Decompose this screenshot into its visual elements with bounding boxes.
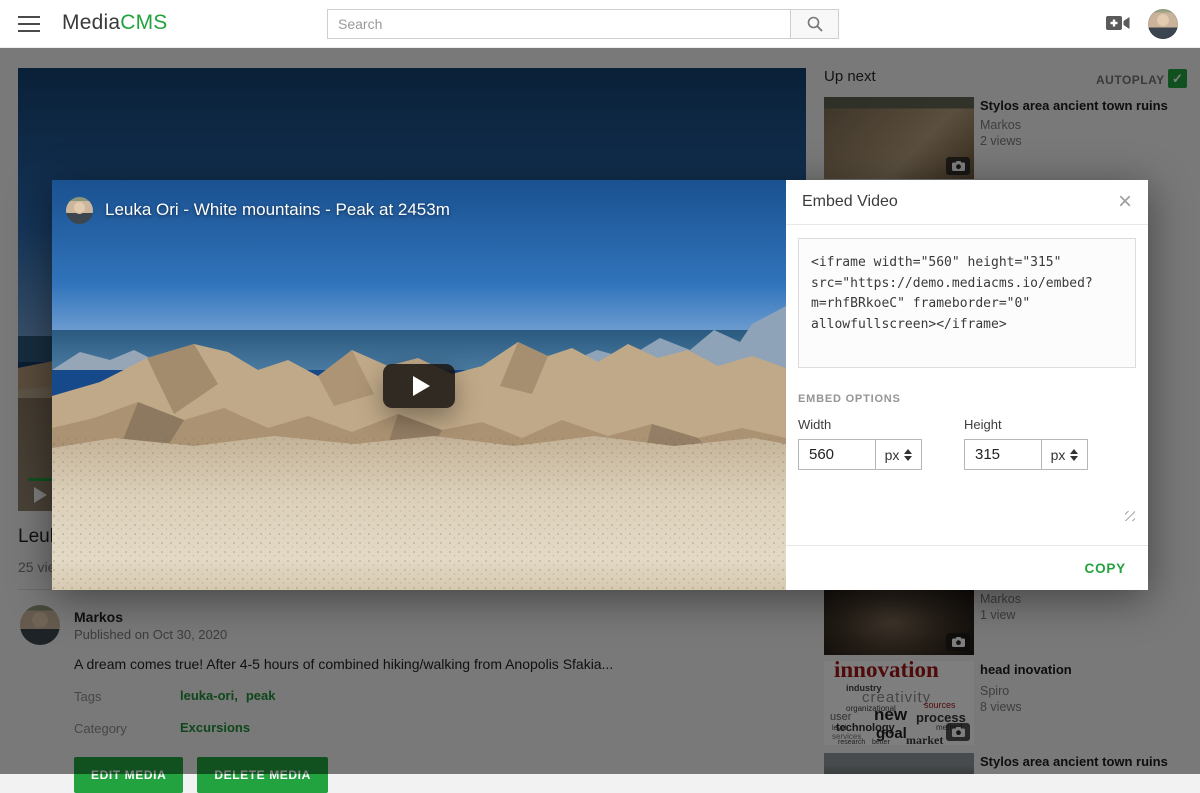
top-navbar: MediaCMS [0,0,1200,48]
embed-video-modal: Leuka Ori - White mountains - Peak at 24… [52,180,1148,590]
search-button[interactable] [791,9,839,39]
logo-text-media: Media [62,11,120,34]
width-unit-select[interactable]: px [875,440,921,469]
site-logo[interactable]: MediaCMS [62,11,167,35]
upload-media-button[interactable] [1106,15,1130,37]
play-button[interactable] [383,364,455,408]
search-input[interactable] [327,9,791,39]
height-label: Height [964,417,1118,432]
height-field: Height px [964,417,1118,470]
video-upload-icon [1106,15,1130,32]
spinner-arrows-icon [904,449,912,461]
height-unit-select[interactable]: px [1041,440,1087,469]
width-unit-value: px [885,447,900,463]
width-input[interactable] [799,440,875,469]
search-icon [806,15,824,33]
embed-preview-player: Leuka Ori - White mountains - Peak at 24… [52,180,786,590]
logo-text-cms: CMS [120,11,167,34]
user-avatar[interactable] [1148,9,1178,39]
height-unit-value: px [1051,447,1066,463]
close-icon[interactable]: × [1118,192,1132,212]
embed-options-panel: Embed Video × <iframe width="560" height… [786,180,1148,590]
search-bar [327,9,839,39]
spinner-arrows-icon [1070,449,1078,461]
copy-button[interactable]: COPY [1079,560,1132,577]
modal-title: Embed Video [802,193,898,211]
embed-options-label: EMBED OPTIONS [798,393,1136,405]
play-icon [413,376,430,396]
embed-code-textarea[interactable]: <iframe width="560" height="315" src="ht… [798,238,1136,368]
dimension-fields: Width px Height px [798,417,1136,470]
channel-avatar [66,197,93,224]
width-label: Width [798,417,952,432]
menu-icon[interactable] [18,16,40,32]
embed-video-title: Leuka Ori - White mountains - Peak at 24… [105,200,450,220]
height-input[interactable] [965,440,1041,469]
embed-title-overlay: Leuka Ori - White mountains - Peak at 24… [52,180,786,240]
width-field: Width px [798,417,952,470]
modal-footer: COPY [786,545,1148,590]
modal-header: Embed Video × [786,180,1148,225]
resize-handle[interactable] [1125,511,1135,521]
